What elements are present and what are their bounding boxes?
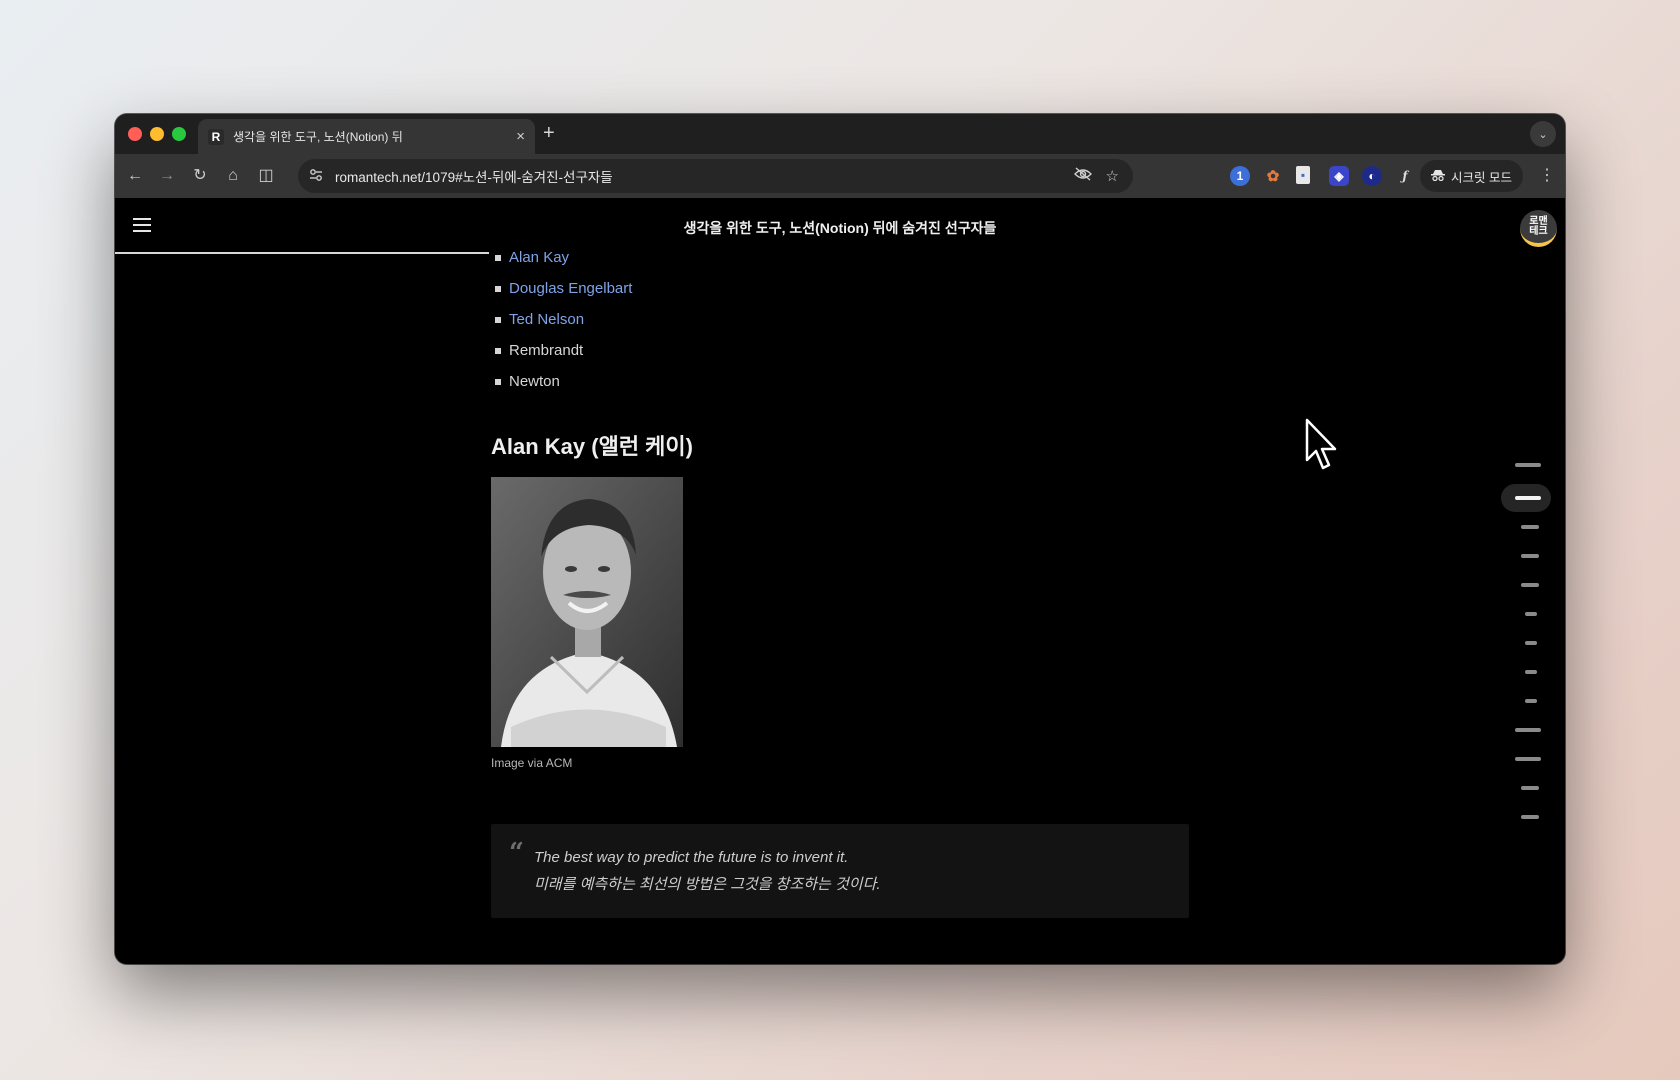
toc-item[interactable] [1521,554,1539,558]
quote-line-korean: 미래를 예측하는 최선의 방법은 그것을 창조하는 것이다. [534,876,881,893]
new-tab-button[interactable]: + [543,122,555,145]
bitwarden-icon[interactable]: ◈ [1329,166,1349,186]
toc-item[interactable] [1521,525,1539,529]
toc-item-active[interactable] [1515,496,1541,500]
split-view-icon[interactable]: ◫ [256,166,276,186]
tab-search-button[interactable]: ⌄ [1530,121,1556,147]
toc-item[interactable] [1515,463,1541,467]
toc-item[interactable] [1525,699,1537,703]
toc-item[interactable] [1521,583,1539,587]
1password-icon[interactable]: 1 [1230,166,1250,186]
pioneer-list: Alan Kay Douglas Engelbart Ted Nelson Re… [491,242,1191,397]
section-heading: Alan Kay (앨런 케이) [491,434,693,459]
toc-item[interactable] [1515,728,1541,732]
site-favicon-icon: R [208,128,224,145]
image-caption: Image via ACM [491,756,573,770]
close-window-button[interactable] [128,127,142,141]
quote-line-english: The best way to predict the future is to… [534,849,849,866]
orb-icon[interactable]: ◐ [1362,166,1382,186]
list-item-alan-kay[interactable]: Alan Kay [491,242,1191,273]
toc-item[interactable] [1525,670,1537,674]
back-icon[interactable]: ← [125,166,145,186]
list-item-ted-nelson[interactable]: Ted Nelson [491,304,1191,335]
browser-menu-icon[interactable]: ⋮ [1537,166,1557,186]
home-icon[interactable]: ⌂ [223,166,243,186]
reload-icon[interactable]: ↻ [190,166,210,186]
forward-icon[interactable]: → [157,166,177,186]
toc-item[interactable] [1521,815,1539,819]
maximize-window-button[interactable] [172,127,186,141]
address-bar[interactable]: romantech.net/1079#노션-뒤에-숨겨진-선구자들 ☆ [298,159,1133,193]
tab-active[interactable]: R 생각을 위한 도구, 노션(Notion) 뒤 × [198,119,535,154]
url-text[interactable]: romantech.net/1079#노션-뒤에-숨겨진-선구자들 [335,166,1074,186]
article-content: Alan Kay Douglas Engelbart Ted Nelson Re… [491,242,1191,918]
formula-icon[interactable]: ƒ [1395,166,1415,186]
toc-item[interactable] [1525,612,1537,616]
list-item-rembrandt: Rembrandt [491,335,1191,366]
incognito-badge[interactable]: 시크릿 모드 [1420,160,1523,192]
page-title: 생각을 위한 도구, 노션(Notion) 뒤에 숨겨진 선구자들 [683,220,997,236]
incognito-label: 시크릿 모드 [1451,170,1512,185]
bookmark-star-icon[interactable]: ☆ [1106,167,1119,185]
quote-mark-icon: “ [509,838,524,868]
reading-progress-bar [115,252,489,254]
tab-strip: R 생각을 위한 도구, 노션(Notion) 뒤 × + ⌄ [115,114,1565,154]
mouse-cursor-icon [1305,418,1337,470]
minimize-window-button[interactable] [150,127,164,141]
toc-item[interactable] [1521,786,1539,790]
alan-kay-portrait [491,477,683,747]
browser-window: R 생각을 위한 도구, 노션(Notion) 뒤 × + ⌄ ← → ↻ ⌂ … [115,114,1565,964]
page-viewport: 생각을 위한 도구, 노션(Notion) 뒤에 숨겨진 선구자들 로맨 테크 … [115,198,1565,964]
site-logo[interactable]: 로맨 테크 [1520,210,1557,247]
incognito-icon [1431,169,1445,184]
blockquote: “ The best way to predict the future is … [491,824,1189,918]
eye-off-icon[interactable] [1073,167,1092,185]
list-item-newton: Newton [491,366,1191,397]
browser-toolbar: ← → ↻ ⌂ ◫ romantech.net/1079#노션-뒤에-숨겨진-선… [115,154,1565,198]
tampermonkey-icon[interactable]: ✿ [1263,166,1283,186]
toc-item[interactable] [1525,641,1537,645]
toc-item[interactable] [1515,757,1541,761]
tab-title: 생각을 위한 도구, 노션(Notion) 뒤 [233,130,403,144]
site-logo-text: 로맨 테크 [1529,215,1548,237]
tab-close-icon[interactable]: × [516,128,525,145]
list-item-douglas-engelbart[interactable]: Douglas Engelbart [491,273,1191,304]
site-settings-icon[interactable] [309,168,323,185]
notes-icon[interactable]: ▪ [1296,166,1310,184]
